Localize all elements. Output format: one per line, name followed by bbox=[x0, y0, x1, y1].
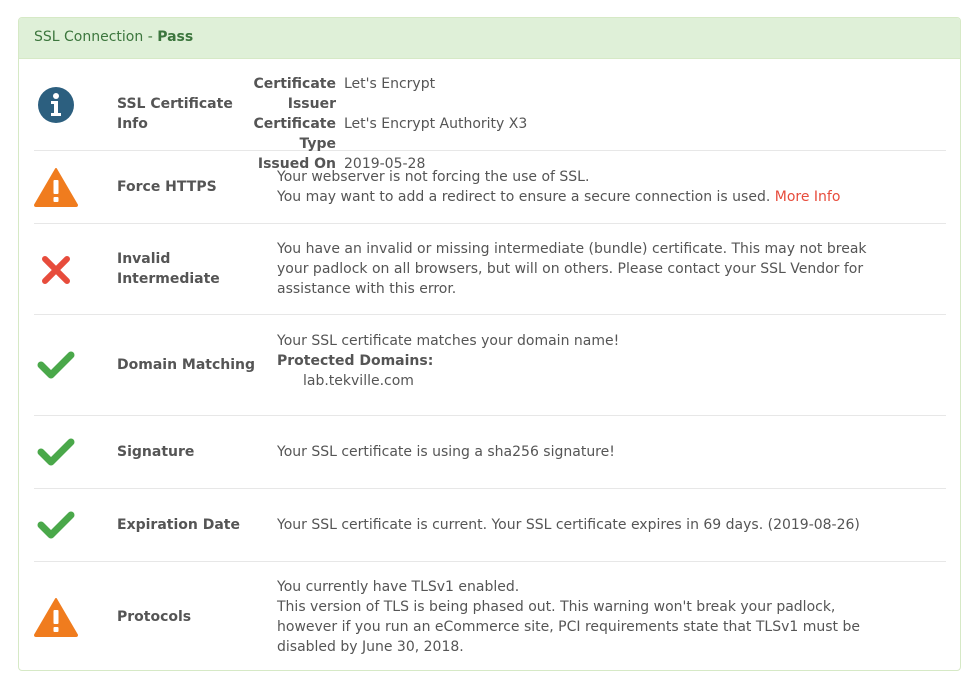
issuer-key: Certificate Issuer bbox=[253, 76, 336, 112]
description-text: You may want to add a redirect to ensure… bbox=[277, 189, 771, 205]
type-value: Let's Encrypt Authority X3 bbox=[344, 116, 528, 132]
info-icon bbox=[34, 83, 78, 127]
domain-description: Your SSL certificate matches your domain… bbox=[277, 331, 887, 391]
row-signature: Signature Your SSL certificate is using … bbox=[34, 416, 946, 489]
warning-icon bbox=[34, 595, 78, 639]
expiration-description: Your SSL certificate is current. Your SS… bbox=[277, 517, 860, 533]
description-line: Your SSL certificate matches your domain… bbox=[277, 333, 620, 349]
protected-domain: lab.tekville.com bbox=[303, 373, 414, 389]
description-line: You currently have TLSv1 enabled. bbox=[277, 579, 520, 595]
protocols-description: You currently have TLSv1 enabled. This v… bbox=[277, 577, 882, 657]
row-invalid-intermediate: Invalid Intermediate You have an invalid… bbox=[34, 224, 946, 315]
row-ssl-certificate-info: SSL Certificate Info Certificate Issuer … bbox=[34, 59, 946, 172]
row-label: Expiration Date bbox=[117, 517, 240, 533]
issuer-field: Certificate Issuer Let's Encrypt bbox=[214, 74, 824, 114]
error-x-icon bbox=[34, 248, 78, 292]
protected-domains-heading: Protected Domains: bbox=[277, 353, 434, 369]
row-force-https: Force HTTPS Your webserver is not forcin… bbox=[34, 151, 946, 224]
row-label: Force HTTPS bbox=[117, 179, 217, 195]
ssl-connection-panel: SSL Connection - Pass SSL Certificate In… bbox=[18, 17, 961, 671]
checkmark-icon bbox=[34, 343, 78, 387]
row-expiration-date: Expiration Date Your SSL certificate is … bbox=[34, 489, 946, 562]
description-line: Your webserver is not forcing the use of… bbox=[277, 169, 590, 185]
type-key: Certificate Type bbox=[253, 116, 336, 152]
row-domain-matching: Domain Matching Your SSL certificate mat… bbox=[34, 315, 946, 416]
row-label: Invalid Intermediate bbox=[117, 251, 220, 287]
checkmark-icon bbox=[34, 503, 78, 547]
description-line: You may want to add a redirect to ensure… bbox=[277, 187, 887, 207]
row-label: Protocols bbox=[117, 609, 192, 625]
row-label: Signature bbox=[117, 444, 195, 460]
row-label: Domain Matching bbox=[117, 357, 256, 373]
type-field: Certificate Type Let's Encrypt Authority… bbox=[214, 114, 824, 154]
panel-heading: SSL Connection - Pass bbox=[19, 18, 960, 59]
checkmark-icon bbox=[34, 430, 78, 474]
warning-icon bbox=[34, 165, 78, 209]
status-badge: Pass bbox=[157, 29, 194, 45]
panel-title: SSL Connection - bbox=[34, 29, 153, 45]
description-line: This version of TLS is being phased out.… bbox=[277, 599, 860, 655]
issuer-value: Let's Encrypt bbox=[344, 76, 436, 92]
signature-description: Your SSL certificate is using a sha256 s… bbox=[277, 444, 615, 460]
intermediate-description: You have an invalid or missing intermedi… bbox=[277, 241, 867, 297]
force-https-description: Your webserver is not forcing the use of… bbox=[277, 167, 887, 207]
row-protocols: Protocols You currently have TLSv1 enabl… bbox=[34, 562, 946, 670]
more-info-link[interactable]: More Info bbox=[775, 189, 841, 205]
